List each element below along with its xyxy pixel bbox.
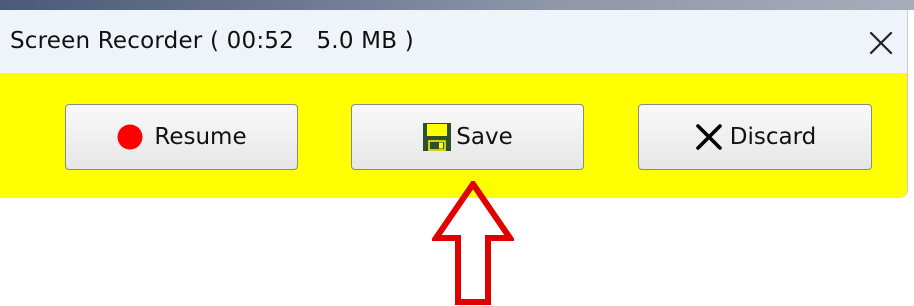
close-icon[interactable] (866, 28, 896, 58)
controls-panel: Resume Save Discard (0, 73, 907, 198)
floppy-disk-icon (422, 122, 452, 152)
window-title: Screen Recorder ( 00:52 5.0 MB ) (10, 28, 414, 54)
discard-button[interactable]: Discard (638, 104, 872, 170)
title-bar: Screen Recorder ( 00:52 5.0 MB ) (0, 10, 907, 73)
x-icon (694, 122, 724, 152)
screen-recorder-window: Screen Recorder ( 00:52 5.0 MB ) Resume (0, 10, 908, 198)
background-strip (0, 0, 914, 10)
record-dot-icon (116, 123, 144, 151)
discard-button-label: Discard (729, 124, 817, 150)
resume-button-label: Resume (154, 124, 247, 150)
save-button-label: Save (456, 124, 513, 150)
save-button[interactable]: Save (351, 104, 584, 170)
resume-button[interactable]: Resume (65, 104, 298, 170)
annotation-arrow-icon (432, 181, 514, 305)
